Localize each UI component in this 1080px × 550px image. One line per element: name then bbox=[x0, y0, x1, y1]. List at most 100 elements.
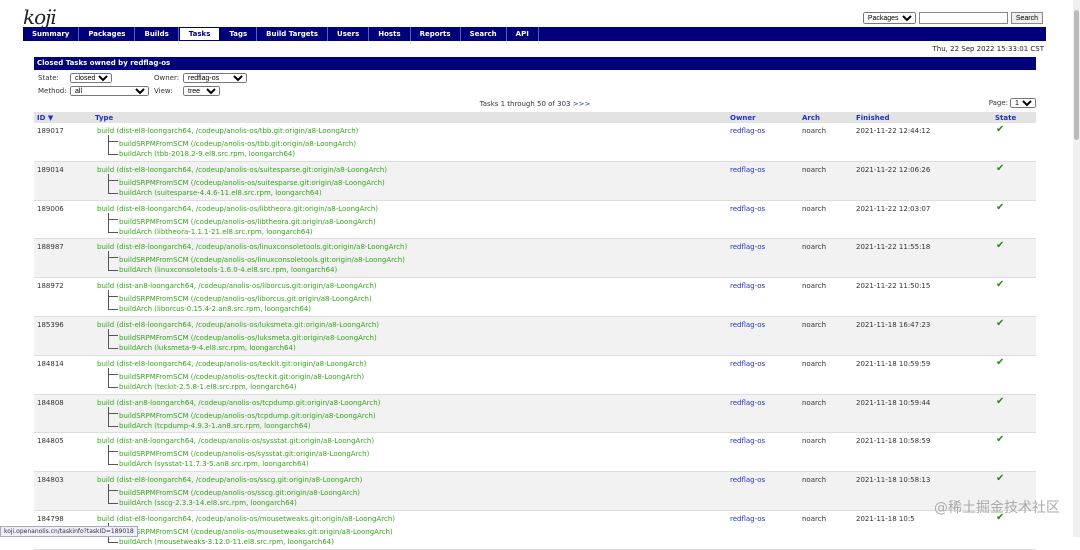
arch-value: noarch bbox=[802, 243, 827, 252]
method-select[interactable]: all bbox=[70, 86, 149, 96]
srpm-task-link[interactable]: buildSRPMFromSCM (/codeup/anolis-os/teck… bbox=[119, 373, 364, 381]
owner-link[interactable]: redflag-os bbox=[730, 282, 765, 290]
view-select[interactable]: tree bbox=[183, 86, 220, 96]
tab-api[interactable]: API bbox=[507, 27, 539, 41]
owner-link[interactable]: redflag-os bbox=[730, 399, 765, 407]
col-finished[interactable]: Finished bbox=[856, 114, 889, 122]
tab-hosts[interactable]: Hosts bbox=[369, 27, 411, 41]
task-type-link[interactable]: build (dist-an8-loongarch64, /codeup/ano… bbox=[97, 282, 377, 290]
arch-task-link[interactable]: buildArch (teckit-2.5.8-1.el8.src.rpm, l… bbox=[119, 383, 296, 391]
arch-task-link[interactable]: buildArch (mousetweaks-3.12.0-11.el8.src… bbox=[119, 538, 334, 546]
tab-users[interactable]: Users bbox=[328, 27, 370, 41]
tab-packages[interactable]: Packages bbox=[79, 27, 136, 41]
filters: State: closed Owner: redflag-os Method: … bbox=[34, 70, 1036, 98]
search-button[interactable]: Search bbox=[1010, 12, 1043, 24]
tab-summary[interactable]: Summary bbox=[23, 27, 80, 41]
search-input[interactable] bbox=[918, 12, 1008, 24]
col-arch[interactable]: Arch bbox=[802, 114, 820, 122]
task-type-link[interactable]: build (dist-el8-loongarch64, /codeup/ano… bbox=[97, 205, 378, 213]
srpm-task-link[interactable]: buildSRPMFromSCM (/codeup/anolis-os/syss… bbox=[119, 450, 369, 458]
task-id: 184803 bbox=[37, 476, 64, 485]
arch-value: noarch bbox=[802, 204, 827, 213]
tree-connector bbox=[108, 309, 118, 311]
col-id[interactable]: ID ▼ bbox=[37, 114, 53, 122]
tab-build-targets[interactable]: Build Targets bbox=[257, 27, 329, 41]
tab-tasks[interactable]: Tasks bbox=[178, 27, 221, 41]
tab-builds[interactable]: Builds bbox=[135, 27, 179, 41]
owner-link[interactable]: redflag-os bbox=[730, 476, 765, 484]
arch-task-link[interactable]: buildArch (sysstat-11.7.3-5.an8.src.rpm,… bbox=[119, 460, 309, 468]
arch-task-link[interactable]: buildArch (luksmeta-9-4.el8.src.rpm, loo… bbox=[119, 344, 296, 352]
arch-task-link[interactable]: buildArch (tcpdump-4.9.3-1.an8.src.rpm, … bbox=[119, 422, 310, 430]
task-type-link[interactable]: build (dist-el8-loongarch64, /codeup/ano… bbox=[97, 476, 362, 484]
srpm-task-link[interactable]: buildSRPMFromSCM (/codeup/anolis-os/linu… bbox=[119, 256, 405, 264]
table-row: 188972 build (dist-an8-loongarch64, /code… bbox=[34, 278, 1036, 317]
table-row: 184798 build (dist-el8-loongarch64, /code… bbox=[34, 511, 1036, 550]
page-label: Page: bbox=[988, 99, 1008, 107]
task-type-link[interactable]: build (dist-el8-loongarch64, /codeup/ano… bbox=[97, 360, 366, 368]
owner-link[interactable]: redflag-os bbox=[730, 360, 765, 368]
table-row: 189006 build (dist-el8-loongarch64, /code… bbox=[34, 201, 1036, 240]
koji-logo[interactable]: koji bbox=[23, 5, 57, 29]
arch-task-link[interactable]: buildArch (liborcus-0.15.4-2.an8.src.rpm… bbox=[119, 305, 311, 313]
owner-link[interactable]: redflag-os bbox=[730, 205, 765, 213]
pager: Tasks 1 through 50 of 303 >>> Page: 1 bbox=[34, 98, 1036, 112]
arch-task-link[interactable]: buildArch (tbb-2018.2-9.el8.src.rpm, loo… bbox=[119, 150, 295, 158]
srpm-task-link[interactable]: buildSRPMFromSCM (/codeup/anolis-os/sscg… bbox=[119, 489, 360, 497]
state-check-icon: ✔ bbox=[996, 434, 1005, 446]
task-type-link[interactable]: build (dist-an8-loongarch64, /codeup/ano… bbox=[97, 399, 380, 407]
task-id: 184798 bbox=[37, 514, 64, 523]
arch-task-link[interactable]: buildArch (linuxconsoletools-1.6.0-4.el8… bbox=[119, 266, 337, 274]
task-type-link[interactable]: build (dist-el8-loongarch64, /codeup/ano… bbox=[97, 515, 395, 523]
col-state[interactable]: State bbox=[995, 114, 1016, 122]
state-check-icon: ✔ bbox=[996, 279, 1005, 291]
owner-link[interactable]: redflag-os bbox=[730, 515, 765, 523]
srpm-task-link[interactable]: buildSRPMFromSCM (/codeup/anolis-os/luks… bbox=[119, 334, 377, 342]
method-label: Method: bbox=[38, 87, 67, 95]
owner-link[interactable]: redflag-os bbox=[730, 127, 765, 135]
tree-connector bbox=[108, 406, 119, 427]
tab-tags[interactable]: Tags bbox=[220, 27, 258, 41]
page-select[interactable]: 1 bbox=[1010, 98, 1036, 108]
view-label: View: bbox=[154, 87, 173, 95]
arch-value: noarch bbox=[802, 514, 827, 523]
owner-select[interactable]: redflag-os bbox=[183, 73, 247, 83]
task-type-link[interactable]: build (dist-el8-loongarch64, /codeup/ano… bbox=[97, 127, 358, 135]
srpm-task-link[interactable]: buildSRPMFromSCM (/codeup/anolis-os/suit… bbox=[119, 179, 385, 187]
owner-link[interactable]: redflag-os bbox=[730, 166, 765, 174]
tab-search[interactable]: Search bbox=[461, 27, 507, 41]
srpm-task-link[interactable]: buildSRPMFromSCM (/codeup/anolis-os/mous… bbox=[119, 528, 393, 536]
tab-reports[interactable]: Reports bbox=[411, 27, 461, 41]
task-type-link[interactable]: build (dist-el8-loongarch64, /codeup/ano… bbox=[97, 321, 379, 329]
srpm-task-link[interactable]: buildSRPMFromSCM (/codeup/anolis-os/tcpd… bbox=[119, 412, 376, 420]
task-id: 189006 bbox=[37, 204, 64, 213]
scrollbar[interactable] bbox=[1073, 0, 1080, 537]
table-row: 185396 build (dist-el8-loongarch64, /code… bbox=[34, 316, 1036, 356]
task-type-link[interactable]: build (dist-el8-loongarch64, /codeup/ano… bbox=[97, 166, 387, 174]
arch-value: noarch bbox=[802, 320, 827, 329]
srpm-task-link[interactable]: buildSRPMFromSCM (/codeup/anolis-os/libt… bbox=[119, 218, 376, 226]
srpm-task-link[interactable]: buildSRPMFromSCM (/codeup/anolis-os/tbb.… bbox=[119, 140, 356, 148]
table-row: 184805 build (dist-an8-loongarch64, /code… bbox=[34, 433, 1036, 473]
state-select[interactable]: closed bbox=[70, 73, 112, 83]
table-row: 189014 build (dist-el8-loongarch64, /code… bbox=[34, 161, 1036, 201]
next-page-link[interactable]: >>> bbox=[573, 100, 591, 108]
search-type-select[interactable]: Packages bbox=[862, 12, 916, 24]
task-type-link[interactable]: build (dist-an8-loongarch64, /codeup/ano… bbox=[97, 437, 374, 445]
srpm-task-link[interactable]: buildSRPMFromSCM (/codeup/anolis-os/libo… bbox=[119, 295, 372, 303]
scrollbar-thumb[interactable] bbox=[1074, 10, 1079, 140]
arch-task-link[interactable]: buildArch (libtheora-1.1.1-21.el8.src.rp… bbox=[119, 228, 313, 236]
owner-link[interactable]: redflag-os bbox=[730, 321, 765, 329]
col-type[interactable]: Type bbox=[95, 114, 113, 122]
task-type-link[interactable]: build (dist-el8-loongarch64, /codeup/ano… bbox=[97, 243, 407, 251]
owner-link[interactable]: redflag-os bbox=[730, 437, 765, 445]
state-check-icon: ✔ bbox=[996, 395, 1005, 407]
state-check-icon: ✔ bbox=[996, 240, 1005, 252]
arch-value: noarch bbox=[802, 282, 827, 291]
arch-task-link[interactable]: buildArch (sscg-2.3.3-14.el8.src.rpm, lo… bbox=[119, 499, 297, 507]
col-owner[interactable]: Owner bbox=[730, 114, 756, 122]
owner-link[interactable]: redflag-os bbox=[730, 243, 765, 251]
arch-task-link[interactable]: buildArch (suitesparse-4.4.6-11.el8.src.… bbox=[119, 189, 322, 197]
finished-time: 2021-11-18 10:5 bbox=[856, 514, 915, 523]
tree-connector bbox=[108, 179, 118, 181]
